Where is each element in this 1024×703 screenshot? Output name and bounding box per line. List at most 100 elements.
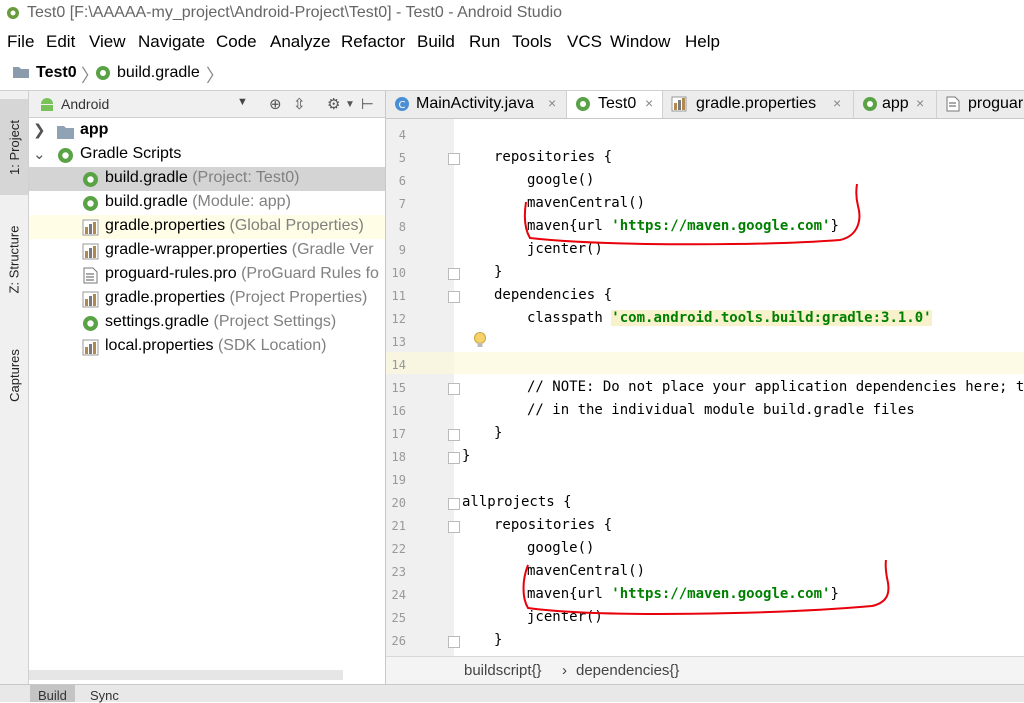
gradle-icon (96, 66, 110, 80)
tab-structure-label: Z: Structure (6, 225, 22, 293)
tree-item-build-gradle-project[interactable]: build.gradle (Project: Test0) (29, 167, 385, 191)
tree-item-gradle-properties-global[interactable]: gradle.properties (Global Properties) (29, 215, 385, 239)
line-number: 22 (391, 542, 406, 556)
tree-item-label: Gradle Scripts (80, 145, 182, 162)
code-line: maven{url 'https://maven.google.com'} (527, 218, 839, 234)
chevron-down-icon[interactable]: ⌄ (33, 145, 46, 163)
tree-item-build-gradle-module[interactable]: build.gradle (Module: app) (29, 191, 385, 215)
tab-proguard[interactable]: proguar (937, 91, 1024, 118)
menu-run[interactable]: Run (469, 32, 500, 52)
menu-refactor[interactable]: Refactor (341, 32, 405, 52)
close-icon[interactable]: × (645, 95, 653, 111)
menu-tools[interactable]: Tools (512, 32, 552, 52)
code-line: google() (527, 540, 595, 556)
properties-icon (82, 339, 99, 356)
code-line: } (494, 425, 503, 441)
fold-marker[interactable] (448, 429, 460, 441)
project-view-selector[interactable]: Android (61, 96, 109, 112)
tab-structure-tool[interactable]: Z: Structure (0, 209, 28, 309)
tab-test0[interactable]: Test0 × (567, 91, 663, 118)
fold-marker[interactable] (448, 452, 460, 464)
line-number: 6 (398, 174, 406, 188)
title-bar: Test0 [F:\AAAAA-my_project\Android-Proje… (0, 0, 1024, 28)
menu-file[interactable]: File (7, 32, 34, 52)
code-line: allprojects { (462, 494, 572, 510)
menu-vcs[interactable]: VCS (567, 32, 602, 52)
tab-label: proguar (968, 95, 1024, 112)
close-icon[interactable]: × (548, 95, 556, 111)
line-number: 4 (398, 128, 406, 142)
menu-analyze[interactable]: Analyze (270, 32, 330, 52)
gear-icon[interactable]: ⚙ (327, 95, 340, 113)
gradle-icon (83, 172, 98, 187)
tab-mainactivity[interactable]: C MainActivity.java × (386, 91, 567, 118)
menu-view[interactable]: View (89, 32, 126, 52)
lightbulb-icon[interactable] (473, 332, 487, 350)
tab-app[interactable]: app × (854, 91, 937, 118)
line-number: 11 (391, 289, 406, 303)
nav-project-crumb[interactable]: Test0 (36, 64, 77, 82)
breadcrumb-buildscript[interactable]: buildscript{} (464, 662, 542, 679)
tab-project-label: 1: Project (6, 119, 22, 175)
menu-build[interactable]: Build (417, 32, 455, 52)
fold-marker[interactable] (448, 268, 460, 280)
android-icon (41, 98, 53, 111)
tree-item-gradle-wrapper-properties[interactable]: gradle-wrapper.properties (Gradle Ver (29, 239, 385, 263)
horizontal-scrollbar[interactable] (29, 670, 343, 680)
chevron-right-icon[interactable]: ❯ (33, 121, 46, 139)
hide-panel-icon[interactable]: ⊢ (361, 95, 374, 113)
window-title: Test0 [F:\AAAAA-my_project\Android-Proje… (27, 4, 563, 21)
file-icon (83, 267, 98, 284)
code-line: repositories { (494, 149, 613, 165)
tree-item-label: gradle.properties (Project Properties) (105, 289, 368, 306)
tab-build-tool[interactable]: Build (30, 685, 75, 703)
tree-item-label: proguard-rules.pro (ProGuard Rules fo (105, 265, 379, 282)
tree-item-local-properties[interactable]: local.properties (SDK Location) (29, 335, 385, 359)
left-tool-strip: 1: Project Z: Structure Captures (0, 91, 29, 701)
nav-file-crumb[interactable]: build.gradle (117, 64, 200, 82)
menu-help[interactable]: Help (685, 32, 720, 52)
chevron-right-icon: 〉 (206, 66, 224, 86)
line-number: 16 (391, 404, 406, 418)
line-number: 9 (398, 243, 406, 257)
menu-edit[interactable]: Edit (46, 32, 75, 52)
code-comment: // in the individual module build.gradle… (527, 402, 915, 418)
menu-navigate[interactable]: Navigate (138, 32, 205, 52)
tab-sync-tool[interactable]: Sync (82, 685, 127, 703)
line-number: 23 (391, 565, 406, 579)
dropdown-arrow-icon[interactable]: ▼ (345, 99, 355, 110)
tree-item-gradle-properties-project[interactable]: gradle.properties (Project Properties) (29, 287, 385, 311)
line-number: 12 (391, 312, 406, 326)
tree-item-app[interactable]: ❯ app (29, 119, 385, 143)
menu-window[interactable]: Window (610, 32, 670, 52)
tab-project-tool[interactable]: 1: Project (0, 99, 28, 195)
fold-marker[interactable] (448, 383, 460, 395)
line-number: 17 (391, 427, 406, 441)
tree-item-gradle-scripts[interactable]: ⌄ Gradle Scripts (29, 143, 385, 167)
tree-item-settings-gradle[interactable]: settings.gradle (Project Settings) (29, 311, 385, 335)
properties-icon (671, 96, 687, 112)
code-line: dependencies { (494, 287, 613, 303)
dropdown-arrow-icon[interactable]: ▼ (237, 96, 248, 108)
android-studio-icon (7, 7, 19, 19)
menu-code[interactable]: Code (216, 32, 257, 52)
fold-marker[interactable] (448, 521, 460, 533)
tab-gradle-properties[interactable]: gradle.properties × (663, 91, 854, 118)
tab-captures-tool[interactable]: Captures (0, 335, 28, 415)
collapse-all-icon[interactable]: ⇳ (293, 95, 306, 113)
fold-marker[interactable] (448, 498, 460, 510)
line-number: 24 (391, 588, 406, 602)
close-icon[interactable]: × (916, 95, 924, 111)
properties-icon (82, 243, 99, 260)
close-icon[interactable]: × (833, 95, 841, 111)
breadcrumb-dependencies[interactable]: dependencies{} (576, 662, 679, 679)
fold-marker[interactable] (448, 636, 460, 648)
project-tree: ❯ app ⌄ Gradle Scripts build.gradle (Pro… (29, 118, 385, 673)
breadcrumb-separator: › (562, 662, 567, 679)
gradle-icon (83, 196, 98, 211)
code-editor[interactable]: 4 5 6 7 8 9 10 11 12 13 14 15 16 17 18 1… (386, 119, 1024, 656)
fold-marker[interactable] (448, 153, 460, 165)
fold-marker[interactable] (448, 291, 460, 303)
locate-icon[interactable]: ⊕ (269, 95, 282, 113)
tree-item-proguard-rules[interactable]: proguard-rules.pro (ProGuard Rules fo (29, 263, 385, 287)
